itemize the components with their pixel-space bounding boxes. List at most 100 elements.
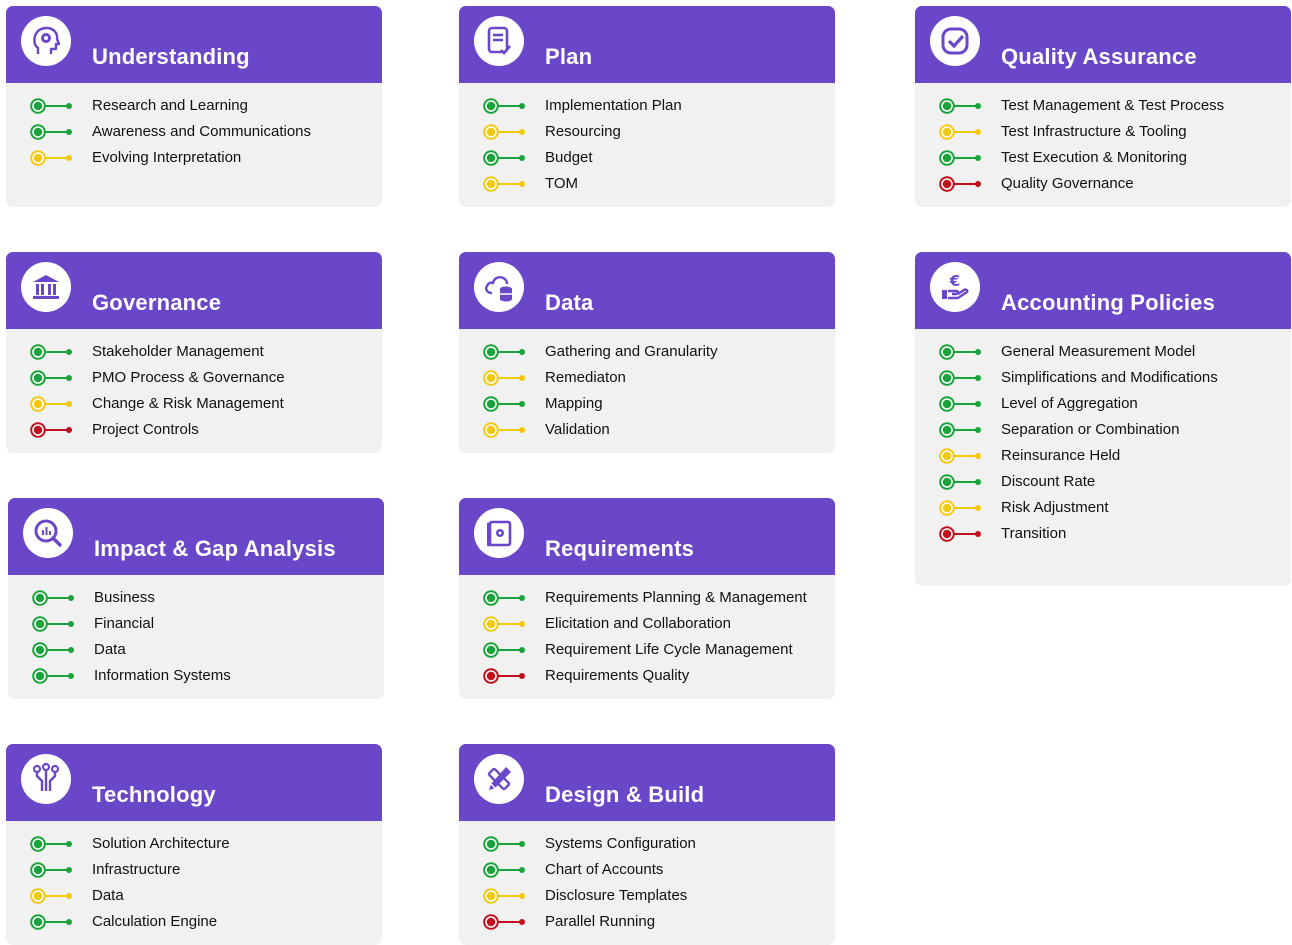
list-item: Remediaton <box>459 365 835 391</box>
status-green-indicator-icon <box>483 642 527 658</box>
item-label: Quality Governance <box>1001 175 1134 192</box>
card-title: Understanding <box>92 44 250 69</box>
list-item: Project Controls <box>6 417 382 443</box>
card-header: Governance <box>6 252 382 329</box>
list-item: Requirements Quality <box>459 663 835 689</box>
item-list: Research and Learning Awareness and Commu… <box>6 83 382 171</box>
status-green-indicator-icon <box>30 370 74 386</box>
status-yellow-indicator-icon <box>483 124 527 140</box>
status-yellow-indicator-icon <box>483 616 527 632</box>
list-item: Budget <box>459 145 835 171</box>
item-list: Systems Configuration Chart of Accounts Di… <box>459 821 835 935</box>
status-green-indicator-icon <box>32 668 76 684</box>
item-label: Business <box>94 589 155 606</box>
list-item: PMO Process & Governance <box>6 365 382 391</box>
list-item: Quality Governance <box>915 171 1291 197</box>
item-label: Project Controls <box>92 421 199 438</box>
card-title: Technology <box>92 782 216 807</box>
list-item: Calculation Engine <box>6 909 382 935</box>
item-label: Simplifications and Modifications <box>1001 369 1218 386</box>
list-item: Financial <box>8 611 384 637</box>
card-header: Data <box>459 252 835 329</box>
item-label: Requirements Quality <box>545 667 690 684</box>
list-item: Reinsurance Held <box>915 443 1291 469</box>
card-data: Data Gathering and Granularity Remediaton M… <box>459 252 835 453</box>
item-label: Information Systems <box>94 667 231 684</box>
list-item: Data <box>6 883 382 909</box>
card-header: Design & Build <box>459 744 835 821</box>
item-label: Test Execution & Monitoring <box>1001 149 1187 166</box>
list-item: Business <box>8 585 384 611</box>
item-label: Mapping <box>545 395 603 412</box>
status-green-indicator-icon <box>939 474 983 490</box>
status-red-indicator-icon <box>483 914 527 930</box>
list-item: Requirements Planning & Management <box>459 585 835 611</box>
card-governance: Governance Stakeholder Management PMO Proc… <box>6 252 382 453</box>
pencil-ruler-icon <box>474 754 524 804</box>
status-yellow-indicator-icon <box>939 448 983 464</box>
card-design-build: Design & Build Systems Configuration Chart… <box>459 744 835 945</box>
list-item: Parallel Running <box>459 909 835 935</box>
status-green-indicator-icon <box>483 150 527 166</box>
item-label: Test Infrastructure & Tooling <box>1001 123 1187 140</box>
list-item: Chart of Accounts <box>459 857 835 883</box>
list-item: Transition <box>915 521 1291 547</box>
card-understanding: Understanding Research and Learning Awaren… <box>6 6 382 207</box>
item-label: TOM <box>545 175 579 192</box>
status-red-indicator-icon <box>939 526 983 542</box>
document-check-icon <box>474 16 524 66</box>
status-yellow-indicator-icon <box>30 396 74 412</box>
list-item: Discount Rate <box>915 469 1291 495</box>
card-header: Quality Assurance <box>915 6 1291 83</box>
status-green-indicator-icon <box>483 396 527 412</box>
item-label: Parallel Running <box>545 913 656 930</box>
status-green-indicator-icon <box>483 862 527 878</box>
item-list: Requirements Planning & Management Elicit… <box>459 575 835 689</box>
status-yellow-indicator-icon <box>483 370 527 386</box>
item-label: Requirement Life Cycle Management <box>545 641 793 658</box>
list-item: Change & Risk Management <box>6 391 382 417</box>
status-green-indicator-icon <box>30 124 74 140</box>
item-label: Data <box>92 887 124 904</box>
card-requirements: Requirements Requirements Planning & Mana… <box>459 498 835 699</box>
status-yellow-indicator-icon <box>30 888 74 904</box>
cloud-database-icon <box>474 262 524 312</box>
item-label: Stakeholder Management <box>92 343 264 360</box>
item-label: Financial <box>94 615 155 632</box>
list-item: Simplifications and Modifications <box>915 365 1291 391</box>
card-impact-gap: Impact & Gap Analysis Business Financial Da… <box>8 498 384 699</box>
status-green-indicator-icon <box>939 370 983 386</box>
item-label: Evolving Interpretation <box>92 149 242 166</box>
item-label: Change & Risk Management <box>92 395 284 412</box>
item-label: Infrastructure <box>92 861 181 878</box>
item-label: Chart of Accounts <box>545 861 664 878</box>
item-label: Separation or Combination <box>1001 421 1180 438</box>
card-title: Impact & Gap Analysis <box>94 536 336 561</box>
status-red-indicator-icon <box>30 422 74 438</box>
item-list: Stakeholder Management PMO Process & Gove… <box>6 329 382 443</box>
item-label: Awareness and Communications <box>92 123 312 140</box>
card-technology: Technology Solution Architecture Infrastru… <box>6 744 382 945</box>
list-item: Implementation Plan <box>459 93 835 119</box>
list-item: Risk Adjustment <box>915 495 1291 521</box>
list-item: Mapping <box>459 391 835 417</box>
list-item: Awareness and Communications <box>6 119 382 145</box>
item-label: Reinsurance Held <box>1001 447 1121 464</box>
status-green-indicator-icon <box>32 642 76 658</box>
status-green-indicator-icon <box>483 98 527 114</box>
item-label: Resourcing <box>545 123 621 140</box>
card-header: Requirements <box>459 498 835 575</box>
status-green-indicator-icon <box>30 836 74 852</box>
item-label: Data <box>94 641 126 658</box>
status-yellow-indicator-icon <box>939 124 983 140</box>
head-gear-icon <box>21 16 71 66</box>
status-red-indicator-icon <box>939 176 983 192</box>
list-item: Test Management & Test Process <box>915 93 1291 119</box>
item-label: Budget <box>545 149 593 166</box>
list-item: Level of Aggregation <box>915 391 1291 417</box>
status-green-indicator-icon <box>30 862 74 878</box>
status-green-indicator-icon <box>939 150 983 166</box>
card-header: Technology <box>6 744 382 821</box>
item-label: Level of Aggregation <box>1001 395 1138 412</box>
list-item: Systems Configuration <box>459 831 835 857</box>
